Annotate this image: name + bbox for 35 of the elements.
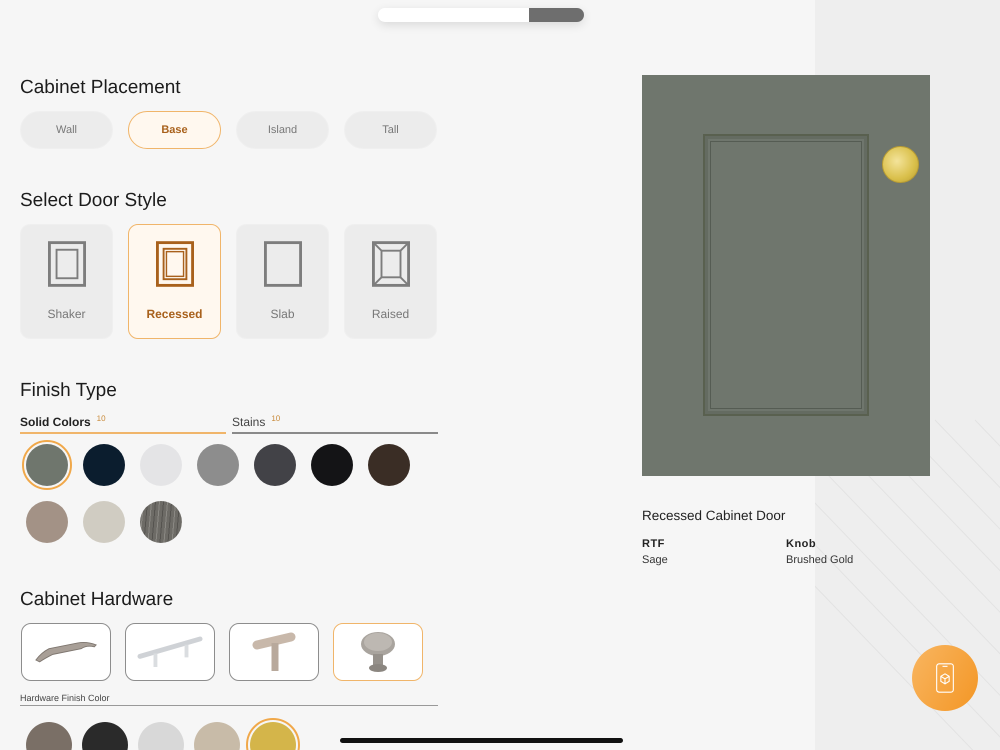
section-title: Select Door Style <box>20 189 167 213</box>
spec-label: RTF <box>642 538 666 550</box>
phone-cube-icon <box>935 662 955 694</box>
section-title: Finish Type <box>20 379 117 403</box>
placement-option[interactable]: Tall <box>344 111 437 149</box>
door-style-option[interactable]: Slab <box>236 224 329 339</box>
hardware-option[interactable] <box>21 623 111 681</box>
product-title: Recessed Cabinet Door <box>642 508 786 523</box>
knob-icon <box>882 146 919 183</box>
handle-icon <box>34 640 98 664</box>
placement-option[interactable]: Island <box>236 111 329 149</box>
door-style-option[interactable]: Raised <box>344 224 437 339</box>
door-style-option[interactable]: Shaker <box>20 224 113 339</box>
spec-label: Knob <box>786 538 818 550</box>
knob-icon <box>360 631 396 673</box>
section-title: Cabinet Placement <box>20 76 181 100</box>
handle-icon <box>251 631 297 673</box>
hardware-option[interactable] <box>333 623 423 681</box>
placement-option[interactable]: Base <box>128 111 221 149</box>
hardware-option[interactable] <box>125 623 215 681</box>
door-icon <box>48 241 86 287</box>
spec-value: Brushed Gold <box>786 554 854 566</box>
color-swatch[interactable] <box>22 440 72 490</box>
handle-icon <box>137 635 203 669</box>
door-style-option[interactable]: Recessed <box>128 224 221 339</box>
door-icon <box>156 241 194 287</box>
placement-option[interactable]: Wall <box>20 111 113 149</box>
field-label: Hardware Finish Color <box>20 693 438 706</box>
section-title: Cabinet Hardware <box>20 588 174 612</box>
spec-value: Sage <box>642 554 669 566</box>
door-icon <box>264 241 302 287</box>
hardware-option[interactable] <box>229 623 319 681</box>
door-icon <box>372 241 410 287</box>
finish-tab[interactable]: Solid Colors $^{10}$ <box>20 414 226 434</box>
finish-tab[interactable]: Stains $^{10}$ <box>232 414 438 434</box>
